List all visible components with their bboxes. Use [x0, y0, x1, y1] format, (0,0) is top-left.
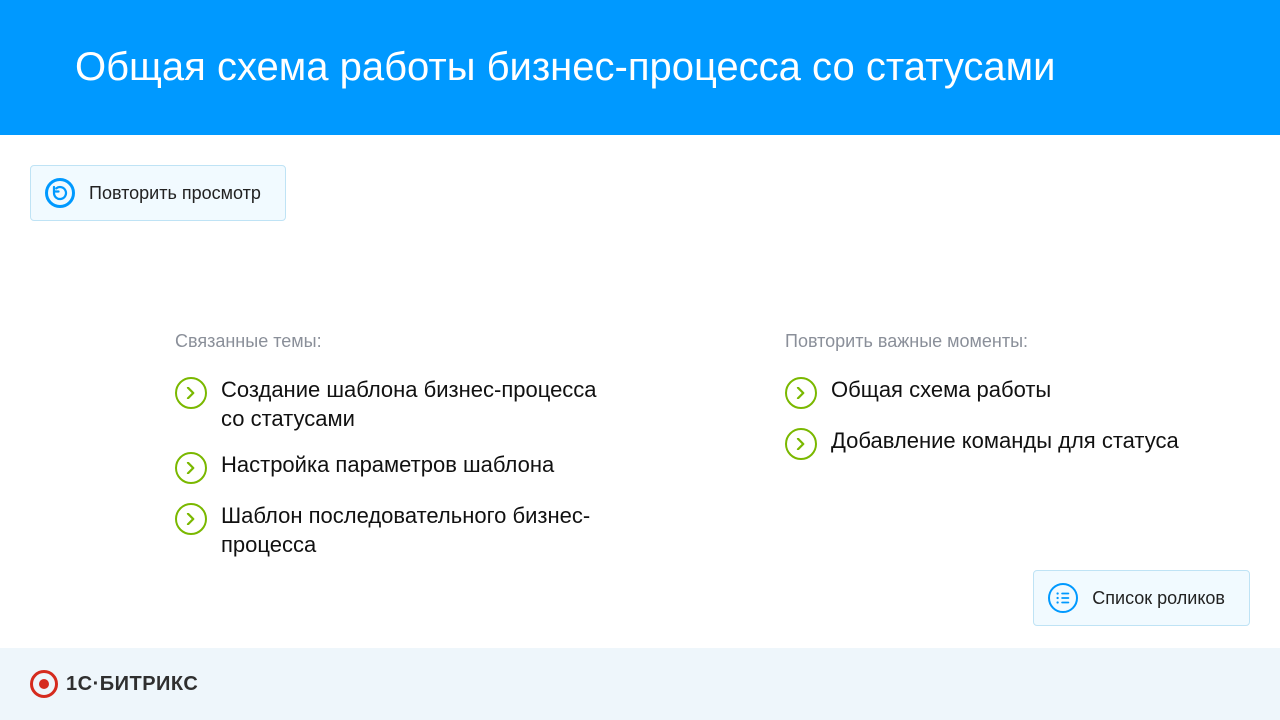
key-moment-item[interactable]: Общая схема работы: [785, 376, 1245, 409]
related-topic-item[interactable]: Настройка параметров шаблона: [175, 451, 605, 484]
brand-logo: 1С·БИТРИКС: [30, 670, 198, 698]
key-moment-label: Добавление команды для статуса: [831, 427, 1179, 456]
chevron-right-icon: [175, 452, 207, 484]
replay-icon: [45, 178, 75, 208]
brand-mark-icon: [30, 670, 58, 698]
chevron-right-icon: [785, 377, 817, 409]
video-list-button[interactable]: Список роликов: [1033, 570, 1250, 626]
related-topic-item[interactable]: Создание шаблона бизнес-процесса со стат…: [175, 376, 605, 433]
related-topics-heading: Связанные темы:: [175, 331, 605, 352]
key-moments-column: Повторить важные моменты: Общая схема ра…: [785, 331, 1245, 577]
related-topics-column: Связанные темы: Создание шаблона бизнес-…: [175, 331, 605, 577]
page-header: Общая схема работы бизнес-процесса со ст…: [0, 0, 1280, 135]
key-moment-label: Общая схема работы: [831, 376, 1051, 405]
related-topic-label: Создание шаблона бизнес-процесса со стат…: [221, 376, 605, 433]
chevron-right-icon: [175, 503, 207, 535]
replay-button[interactable]: Повторить просмотр: [30, 165, 286, 221]
main-content: Связанные темы: Создание шаблона бизнес-…: [0, 221, 1280, 577]
controls-row: Повторить просмотр: [0, 135, 1280, 221]
chevron-right-icon: [785, 428, 817, 460]
page-title: Общая схема работы бизнес-процесса со ст…: [75, 45, 1056, 90]
list-icon: [1048, 583, 1078, 613]
related-topic-item[interactable]: Шаблон последовательного бизнес-процесса: [175, 502, 605, 559]
related-topic-label: Настройка параметров шаблона: [221, 451, 554, 480]
brand-text: 1С·БИТРИКС: [66, 673, 198, 696]
key-moments-heading: Повторить важные моменты:: [785, 331, 1245, 352]
key-moment-item[interactable]: Добавление команды для статуса: [785, 427, 1245, 460]
footer: 1С·БИТРИКС: [0, 648, 1280, 720]
video-list-label: Список роликов: [1092, 588, 1225, 609]
replay-label: Повторить просмотр: [89, 183, 261, 204]
related-topic-label: Шаблон последовательного бизнес-процесса: [221, 502, 605, 559]
chevron-right-icon: [175, 377, 207, 409]
